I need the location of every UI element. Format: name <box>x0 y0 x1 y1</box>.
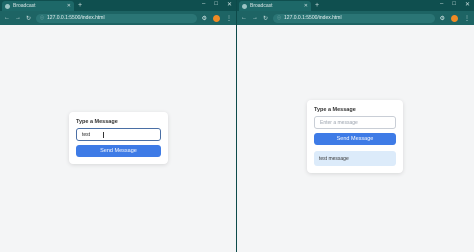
profile-avatar[interactable] <box>213 14 220 22</box>
tab-strip: Broadcast ✕ + – □ ✕ <box>237 0 474 11</box>
site-info-icon[interactable]: ⓘ <box>40 15 44 21</box>
close-window-icon[interactable]: ✕ <box>465 1 470 8</box>
reload-icon[interactable]: ↻ <box>263 15 268 22</box>
text-cursor-icon <box>103 132 104 138</box>
address-toolbar: ← → ↻ ⓘ 127.0.0.1:5500/index.html ⚙ ⋮ <box>237 11 474 25</box>
toolbar-icons: ⚙ ⋮ <box>202 14 232 22</box>
address-bar[interactable]: ⓘ 127.0.0.1:5500/index.html <box>273 13 435 23</box>
send-message-button[interactable]: Send Message <box>76 145 161 157</box>
tab-strip: Broadcast ✕ + – □ ✕ <box>0 0 236 11</box>
forward-icon[interactable]: → <box>15 15 21 21</box>
new-tab-icon[interactable]: + <box>78 2 82 9</box>
window-controls: – □ ✕ <box>440 1 470 8</box>
menu-icon[interactable]: ⋮ <box>226 15 232 22</box>
url-text: 127.0.0.1:5500/index.html <box>284 15 342 21</box>
desktop-screen: Broadcast ✕ + – □ ✕ ← → ↻ ⓘ 127.0.0.1:55… <box>0 0 474 252</box>
address-toolbar: ← → ↻ ⓘ 127.0.0.1:5500/index.html ⚙ ⋮ <box>0 11 236 25</box>
minimize-icon[interactable]: – <box>440 1 443 8</box>
close-window-icon[interactable]: ✕ <box>227 1 232 8</box>
input-placeholder: Enter a message <box>320 119 358 126</box>
message-input[interactable]: test <box>76 128 161 141</box>
gear-icon[interactable]: ⚙ <box>202 15 207 22</box>
message-card: Type a Message test Send Message <box>69 112 168 164</box>
site-info-icon[interactable]: ⓘ <box>277 15 281 21</box>
url-text: 127.0.0.1:5500/index.html <box>47 15 105 21</box>
message-input[interactable]: Enter a message <box>314 116 396 129</box>
page-content: Type a Message Enter a message Send Mess… <box>237 25 474 252</box>
gear-icon[interactable]: ⚙ <box>440 15 445 22</box>
menu-icon[interactable]: ⋮ <box>464 15 470 22</box>
message-item: test message <box>314 151 396 166</box>
maximize-icon[interactable]: □ <box>452 1 456 8</box>
send-message-button[interactable]: Send Message <box>314 133 396 145</box>
minimize-icon[interactable]: – <box>202 1 205 8</box>
message-card: Type a Message Enter a message Send Mess… <box>307 100 403 173</box>
browser-window-left: Broadcast ✕ + – □ ✕ ← → ↻ ⓘ 127.0.0.1:55… <box>0 0 236 252</box>
address-bar[interactable]: ⓘ 127.0.0.1:5500/index.html <box>36 13 197 23</box>
close-tab-icon[interactable]: ✕ <box>304 3 308 9</box>
favicon-icon <box>242 3 247 9</box>
back-icon[interactable]: ← <box>241 15 247 21</box>
browser-tab[interactable]: Broadcast ✕ <box>2 1 74 11</box>
profile-avatar[interactable] <box>451 14 458 22</box>
window-controls: – □ ✕ <box>202 1 232 8</box>
browser-window-right: Broadcast ✕ + – □ ✕ ← → ↻ ⓘ 127.0.0.1:55… <box>237 0 474 252</box>
toolbar-icons: ⚙ ⋮ <box>440 14 470 22</box>
card-title: Type a Message <box>314 107 356 113</box>
tab-title: Broadcast <box>13 3 36 9</box>
back-icon[interactable]: ← <box>4 15 10 21</box>
tab-title: Broadcast <box>250 3 273 9</box>
new-tab-icon[interactable]: + <box>315 2 319 9</box>
close-tab-icon[interactable]: ✕ <box>67 3 71 9</box>
card-title: Type a Message <box>76 119 118 125</box>
browser-tab[interactable]: Broadcast ✕ <box>239 1 311 11</box>
page-content: Type a Message test Send Message <box>0 25 236 252</box>
forward-icon[interactable]: → <box>252 15 258 21</box>
reload-icon[interactable]: ↻ <box>26 15 31 22</box>
favicon-icon <box>5 3 10 9</box>
maximize-icon[interactable]: □ <box>214 1 218 8</box>
